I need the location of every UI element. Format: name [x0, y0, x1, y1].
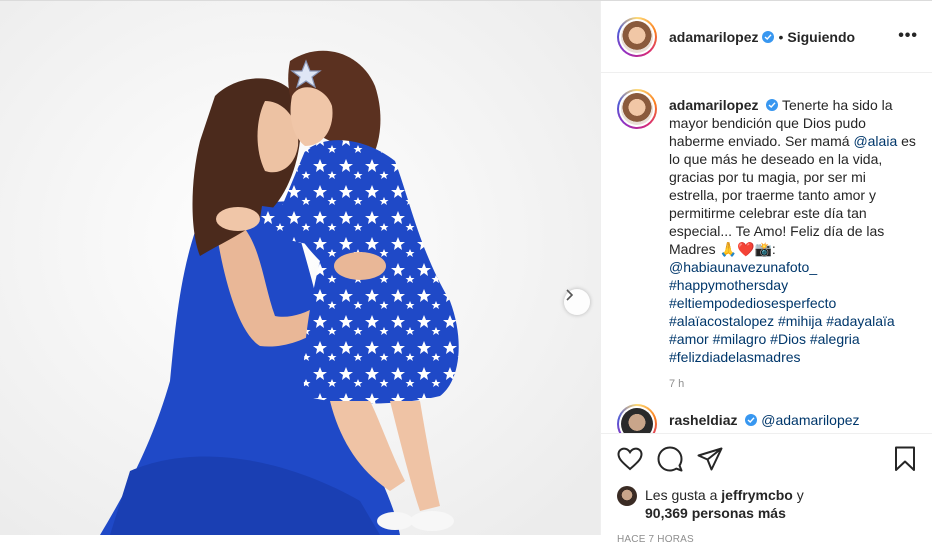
tag-link[interactable]: #happymothersday [669, 277, 788, 293]
following-button[interactable]: Siguiendo [787, 29, 855, 45]
tag-link[interactable]: #alaïacostalopez [669, 313, 774, 329]
caption-emoji: 🙏❤️📸: [719, 241, 776, 257]
comment-icon[interactable] [657, 446, 683, 472]
comment-text: rasheldiaz @adamarilopez [669, 411, 916, 433]
commenter-username[interactable]: rasheldiaz [669, 412, 737, 428]
commenter-avatar[interactable] [617, 404, 657, 433]
author-avatar[interactable] [617, 16, 657, 57]
caption-avatar[interactable] [617, 89, 657, 129]
photo-illustration [0, 1, 600, 535]
tag-link[interactable]: @habiaunavezunafoto_ [669, 259, 817, 275]
tag-link[interactable]: #milagro [713, 331, 767, 347]
next-photo-button[interactable] [564, 289, 590, 315]
separator-dot: • [778, 28, 784, 45]
post-header: adamarilopez • Siguiendo ••• [601, 1, 932, 73]
tag-link[interactable]: #adayalaïa [826, 313, 895, 329]
likes-prefix: Les gusta a [645, 487, 718, 503]
caption-text: adamarilopez Tenerte ha sido la mayor be… [669, 96, 916, 366]
action-icons [617, 444, 916, 474]
tag-link[interactable]: #amor [669, 331, 709, 347]
send-icon[interactable] [697, 447, 723, 471]
likes-count[interactable]: 90,369 personas más [645, 505, 786, 521]
comments-section: adamarilopez Tenerte ha sido la mayor be… [601, 73, 932, 433]
liker-avatar[interactable] [617, 486, 637, 506]
caption-timestamp[interactable]: 7 h [669, 378, 916, 390]
heart-icon[interactable] [617, 447, 643, 471]
post-timestamp[interactable]: HACE 7 HORAS [617, 534, 916, 545]
comment-row: rasheldiaz @adamarilopez [617, 404, 916, 433]
mention-link[interactable]: @alaia [853, 133, 897, 149]
author-username[interactable]: adamarilopez [669, 29, 758, 45]
post-actions: Les gusta a jeffrymcbo y 90,369 personas… [601, 433, 932, 545]
tag-link[interactable]: #felizdiadelasmadres [669, 349, 801, 365]
caption-body-continued: es lo que más he deseado en la vida, gra… [669, 133, 916, 257]
verified-badge-icon [766, 99, 779, 111]
likes-mid: y [796, 487, 804, 503]
likes-summary: Les gusta a jeffrymcbo y 90,369 personas… [617, 486, 916, 522]
post-photo[interactable] [0, 1, 600, 535]
comment-mention-link[interactable]: @adamarilopez [761, 412, 859, 428]
more-options-icon[interactable]: ••• [898, 27, 918, 45]
caption-username[interactable]: adamarilopez [669, 97, 758, 113]
verified-badge-icon [745, 414, 758, 426]
tag-link[interactable]: #Dios [770, 331, 806, 347]
tag-link[interactable]: #alegria [810, 331, 860, 347]
tag-link[interactable]: #mihija [778, 313, 822, 329]
liker-username[interactable]: jeffrymcbo [721, 487, 793, 503]
bookmark-icon[interactable] [894, 446, 916, 472]
post-modal: adamarilopez • Siguiendo ••• adamarilope… [0, 0, 932, 545]
likes-text: Les gusta a jeffrymcbo y 90,369 personas… [645, 486, 804, 522]
verified-badge-icon [762, 30, 775, 43]
post-details-panel: adamarilopez • Siguiendo ••• adamarilope… [600, 1, 932, 545]
caption: adamarilopez Tenerte ha sido la mayor be… [617, 89, 916, 366]
tag-link[interactable]: #eltiempodediosesperfecto [669, 295, 836, 311]
